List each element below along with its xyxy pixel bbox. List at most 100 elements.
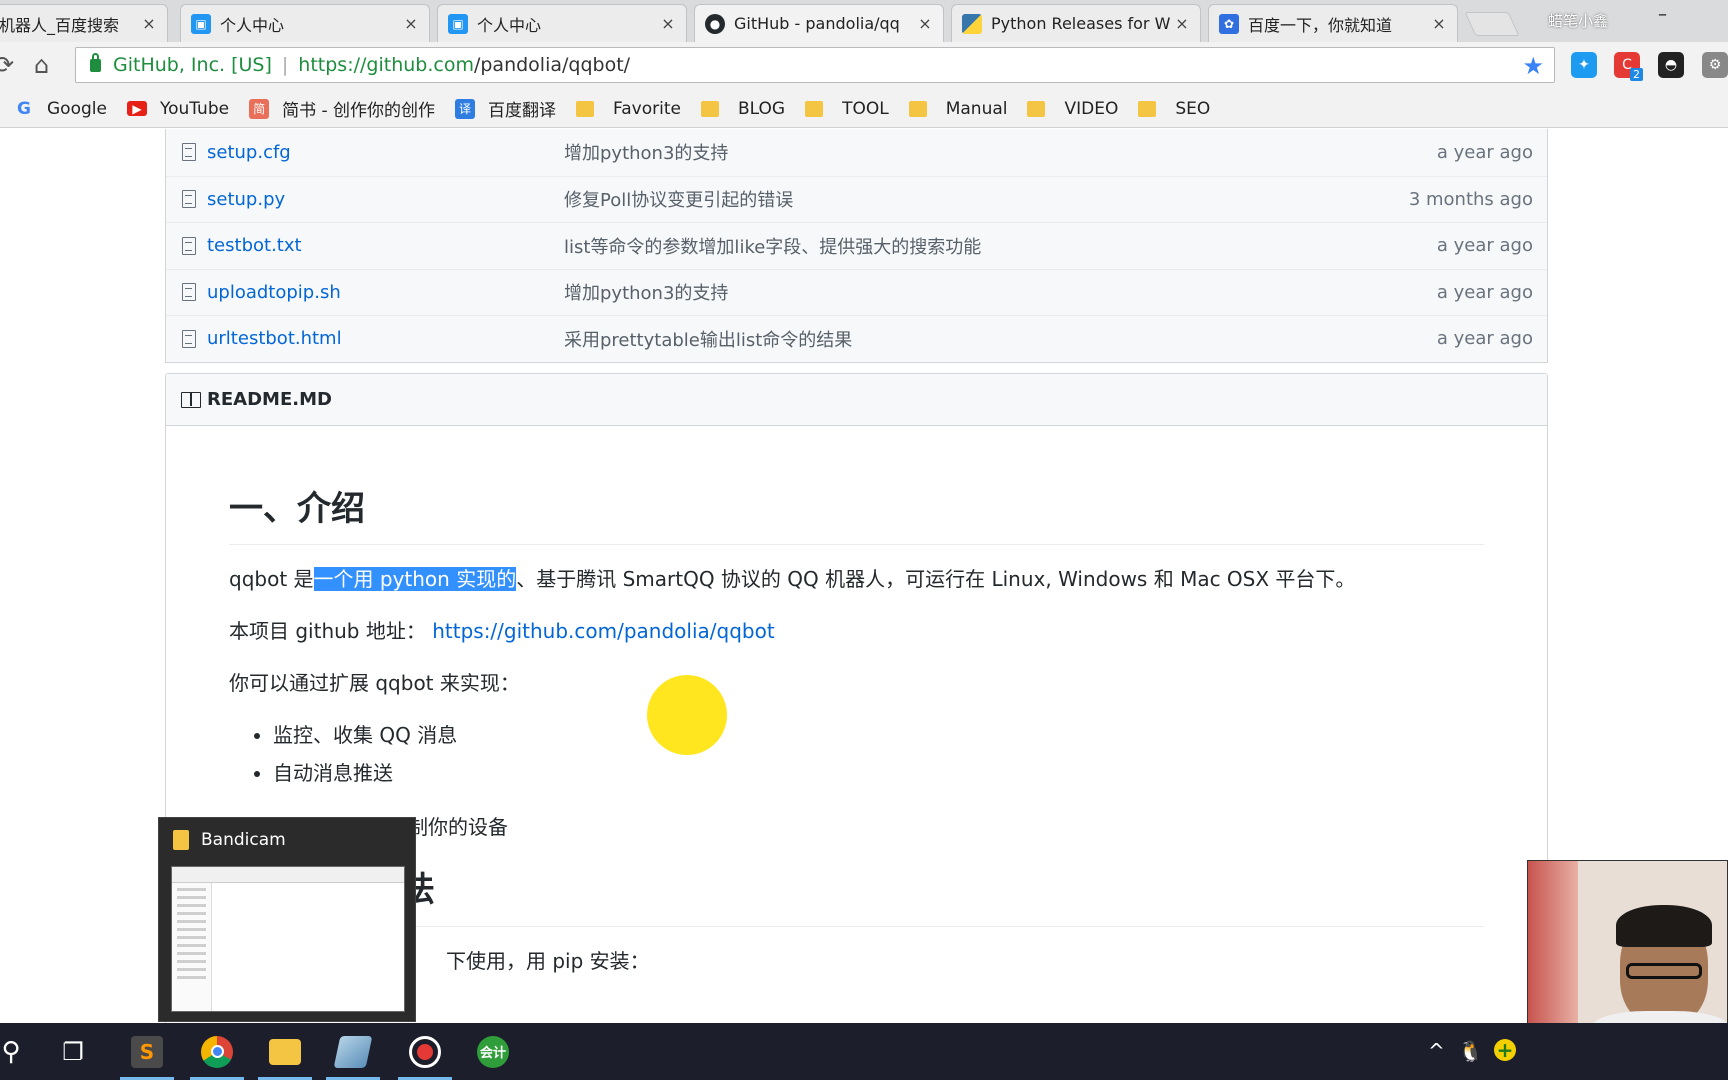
file-name-link[interactable]: setup.py	[207, 189, 564, 210]
taskbar-file-explorer[interactable]	[252, 1023, 318, 1080]
minimize-button[interactable]: –	[1658, 4, 1667, 25]
address-bar[interactable]: GitHub, Inc. [US] | https://github.com /…	[75, 47, 1555, 83]
folder-icon	[908, 100, 927, 117]
tab-baidu-home[interactable]: ✿ 百度一下，你就知道 ×	[1208, 4, 1458, 42]
new-tab-button[interactable]	[1464, 12, 1520, 36]
tab-github[interactable]: ● GitHub - pandolia/qq ×	[694, 4, 944, 42]
commit-age: 3 months ago	[1408, 188, 1533, 210]
bookmark-jianshu[interactable]: 简 简书 - 创作你的创作	[249, 96, 435, 121]
qq-icon[interactable]: 🐧	[1458, 1039, 1483, 1063]
readme-header: README.MD	[166, 374, 1547, 426]
extension-feather-icon[interactable]: ✦	[1571, 52, 1597, 78]
section-heading-intro: 一、介绍	[229, 482, 1484, 546]
bookmark-youtube[interactable]: ▶ YouTube	[126, 99, 229, 119]
bookmark-label: BLOG	[737, 98, 786, 119]
commit-age: a year ago	[1436, 328, 1533, 350]
close-icon[interactable]: ×	[660, 14, 676, 33]
google-icon: G	[17, 98, 31, 119]
folder-icon	[700, 100, 719, 117]
bookmark-folder-manual[interactable]: Manual	[908, 99, 1007, 119]
commit-message-link[interactable]: list等命令的参数增加like字段、提供强大的搜索功能	[564, 233, 1307, 259]
taskbar-chrome[interactable]	[184, 1023, 250, 1080]
lock-icon	[90, 52, 101, 72]
sublime-text-icon: S	[131, 1035, 163, 1068]
url-host: https://github.com	[298, 54, 474, 76]
close-icon[interactable]: ×	[917, 14, 933, 33]
taskbar-notes-app[interactable]	[320, 1023, 386, 1080]
taskbar-search[interactable]: ⚲	[0, 1023, 44, 1080]
bookmark-folder-video[interactable]: VIDEO	[1027, 99, 1118, 119]
home-icon[interactable]: ⌂	[34, 51, 49, 79]
plus-circle-icon[interactable]: +	[1494, 1039, 1516, 1061]
section-heading-usage: 法	[229, 863, 1484, 927]
file-icon	[182, 329, 196, 348]
profile-name[interactable]: 蜡笔小鑫	[1548, 10, 1608, 31]
file-name-link[interactable]: setup.cfg	[207, 142, 564, 163]
taskbar-bandicam[interactable]	[392, 1023, 458, 1080]
bandicam-record-icon	[409, 1035, 441, 1068]
youtube-icon: ▶	[126, 101, 147, 116]
task-view-icon: ❐	[62, 1037, 84, 1066]
bookmark-label: SEO	[1175, 98, 1211, 119]
thumbnail-sidebar	[172, 883, 212, 1011]
bookmark-folder-tool[interactable]: TOOL	[805, 99, 889, 119]
jianshu-icon: 简	[249, 98, 270, 119]
file-list: setup.cfg 增加python3的支持 a year ago setup.…	[165, 129, 1548, 363]
file-name-link[interactable]: uploadtopip.sh	[207, 282, 564, 303]
commit-message-link[interactable]: 增加python3的支持	[564, 279, 1307, 305]
commit-age: a year ago	[1436, 235, 1533, 257]
taskbar-sublime-text[interactable]: S	[114, 1023, 180, 1080]
tab-personal-center-2[interactable]: ▣ 个人中心 ×	[437, 4, 687, 42]
translate-icon: 译	[455, 98, 476, 119]
intro-paragraph: qqbot 是一个用 python 实现的、基于腾讯 SmartQQ 协议的 Q…	[229, 563, 1484, 595]
file-name-link[interactable]: urltestbot.html	[207, 328, 564, 349]
python-icon	[962, 13, 982, 34]
tab-personal-center-1[interactable]: ▣ 个人中心 ×	[180, 4, 430, 42]
intro-text: qqbot 是	[229, 567, 314, 592]
folder-icon	[576, 100, 595, 117]
tab-title: GitHub - pandolia/qq	[734, 14, 900, 33]
close-icon[interactable]: ×	[403, 14, 419, 33]
close-icon[interactable]: ×	[1174, 14, 1190, 33]
url-path: /pandolia/qqbot/	[473, 54, 631, 76]
commit-age: a year ago	[1436, 281, 1533, 303]
repo-link[interactable]: https://github.com/pandolia/qqbot	[432, 619, 774, 643]
close-icon[interactable]: ×	[1431, 14, 1447, 33]
bookmark-folder-blog[interactable]: BLOG	[700, 98, 786, 119]
folder-icon	[173, 830, 189, 850]
file-icon	[182, 143, 196, 162]
commit-message-link[interactable]: 修复Poll协议变更引起的错误	[564, 186, 1307, 212]
close-icon[interactable]: ×	[141, 14, 157, 33]
notes-icon	[333, 1035, 373, 1068]
webcam-person-glasses	[1626, 963, 1702, 979]
chevron-up-icon[interactable]: ^	[1428, 1039, 1445, 1063]
taskbar-task-view[interactable]: ❐	[40, 1023, 106, 1080]
commit-message-link[interactable]: 采用prettytable输出list命令的结果	[564, 326, 1307, 352]
tab-python-releases[interactable]: Python Releases for W ×	[951, 4, 1201, 42]
file-row: uploadtopip.sh 增加python3的支持 a year ago	[166, 268, 1547, 315]
file-name-link[interactable]: testbot.txt	[207, 235, 564, 256]
taskbar-accounting-app[interactable]: 会计	[460, 1023, 526, 1080]
extension-gear-icon[interactable]: ⚙	[1702, 52, 1728, 78]
baidu-paw-icon: ✿	[1219, 13, 1239, 34]
reload-icon[interactable]: ⟳	[0, 51, 14, 79]
bookmark-folder-favorite[interactable]: Favorite	[576, 99, 681, 119]
search-icon: ⚲	[1, 1036, 21, 1067]
bookmark-folder-seo[interactable]: SEO	[1138, 99, 1210, 119]
list-item: 自动消息推送	[273, 757, 1484, 789]
taskbar-window-preview[interactable]: Bandicam	[158, 817, 416, 1022]
extension-badge: 2	[1630, 68, 1643, 81]
bookmark-baidu-translate[interactable]: 译 百度翻译	[455, 96, 556, 121]
bookmark-label: Google	[47, 98, 107, 119]
commit-message-link[interactable]: 增加python3的支持	[564, 139, 1307, 165]
picture-icon: ▣	[448, 13, 468, 34]
cursor-highlight	[647, 675, 727, 755]
tab-baidu-search[interactable]: 机器人_百度搜索 ×	[0, 4, 168, 42]
extension-incognito-icon[interactable]: ◓	[1658, 52, 1684, 78]
file-icon	[182, 190, 196, 209]
bookmark-star-icon[interactable]: ★	[1522, 52, 1544, 80]
bookmark-google[interactable]: G Google	[14, 99, 107, 119]
list-item: 控制你的设备	[388, 815, 508, 840]
preview-title-bar: Bandicam	[159, 818, 415, 862]
file-row: setup.py 修复Poll协议变更引起的错误 3 months ago	[166, 175, 1547, 222]
